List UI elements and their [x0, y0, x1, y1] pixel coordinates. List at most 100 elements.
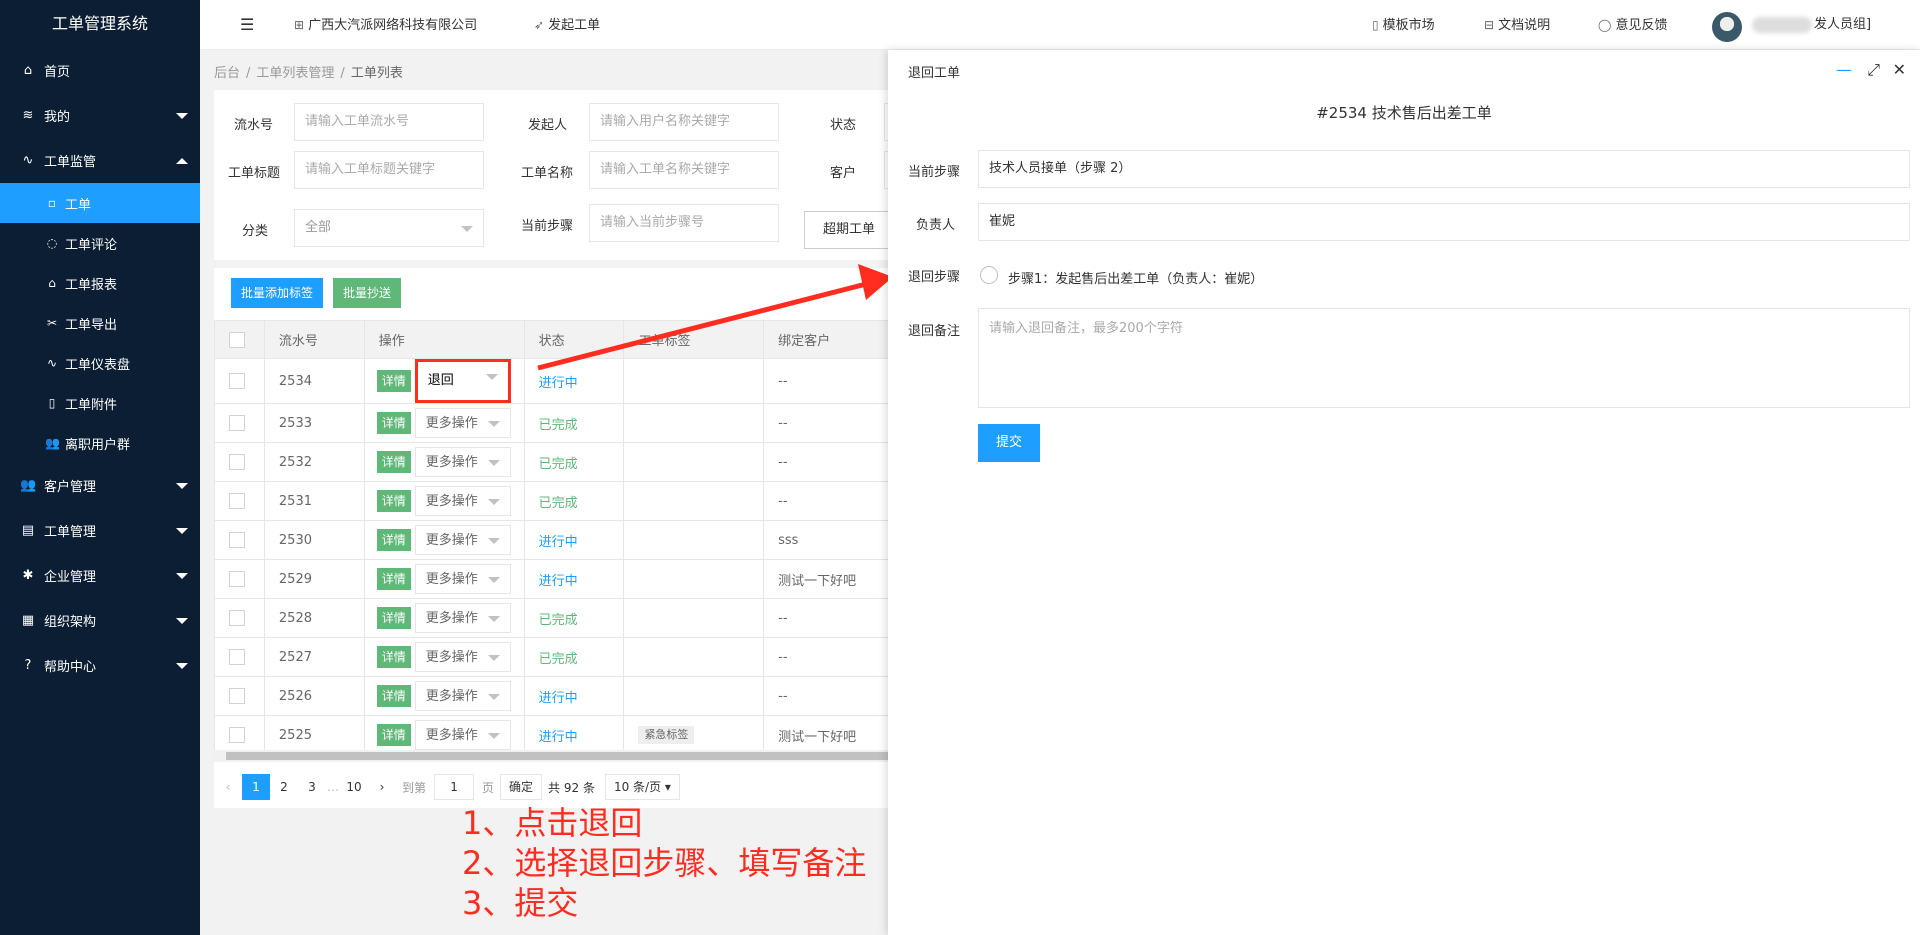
row-checkbox[interactable]: [229, 454, 245, 470]
goto-confirm-button[interactable]: 确定: [500, 774, 543, 800]
menu-toggle-icon[interactable]: ☰: [240, 0, 254, 50]
table-row[interactable]: 2534 详情 退回 进行中 --: [214, 358, 894, 404]
operation-select[interactable]: 更多操作: [414, 525, 511, 555]
sidebar-item-label: 客户管理: [44, 480, 97, 495]
horizontal-scrollbar[interactable]: [214, 750, 894, 762]
page-2[interactable]: 2: [270, 774, 298, 800]
row-checkbox[interactable]: [229, 649, 245, 665]
step-input[interactable]: 请输入当前步骤号: [589, 204, 779, 242]
overdue-button[interactable]: 超期工单: [804, 211, 895, 249]
sidebar-item-ticket-manage[interactable]: ▤ 工单管理: [0, 508, 200, 553]
close-icon[interactable]: ✕: [1893, 60, 1906, 79]
detail-button[interactable]: 详情: [376, 724, 411, 746]
select-all-checkbox[interactable]: [229, 331, 245, 348]
detail-button[interactable]: 详情: [376, 685, 411, 707]
operation-select[interactable]: 更多操作: [414, 681, 511, 711]
sidebar-subitem-ticket[interactable]: ▫ 工单: [0, 183, 200, 223]
table-row[interactable]: 2527 详情 更多操作 已完成 --: [214, 637, 894, 677]
table-row[interactable]: 2533 详情 更多操作 已完成 --: [214, 403, 894, 443]
operation-select[interactable]: 更多操作: [414, 486, 511, 516]
feedback-link[interactable]: ◯ 意见反馈: [1598, 0, 1667, 50]
row-checkbox[interactable]: [229, 688, 245, 704]
sidebar-item-help[interactable]: ? 帮助中心: [0, 643, 200, 688]
title-input[interactable]: 请输入工单标题关键字: [294, 151, 484, 189]
row-checkbox[interactable]: [229, 493, 245, 509]
row-checkbox[interactable]: [229, 415, 245, 431]
batch-tag-button[interactable]: 批量添加标签: [231, 278, 324, 308]
layers-icon: ≋: [22, 108, 34, 123]
sidebar-item-org[interactable]: ▦ 组织架构: [0, 598, 200, 643]
detail-button[interactable]: 详情: [376, 412, 411, 434]
row-checkbox[interactable]: [229, 532, 245, 548]
row-checkbox[interactable]: [229, 571, 245, 587]
minimize-icon[interactable]: —: [1836, 60, 1852, 79]
sidebar-subitem-report[interactable]: ⌂ 工单报表: [0, 263, 200, 303]
avatar[interactable]: [1712, 12, 1742, 42]
sidebar-subitem-resigned[interactable]: 👥 离职用户群: [0, 423, 200, 463]
operation-select[interactable]: 更多操作: [414, 564, 511, 594]
column-header[interactable]: 状态: [523, 320, 625, 359]
column-header[interactable]: 流水号: [263, 320, 365, 359]
submit-button[interactable]: 提交: [978, 424, 1041, 462]
operation-select[interactable]: 更多操作: [414, 642, 511, 672]
batch-cc-button[interactable]: 批量抄送: [333, 278, 402, 308]
docs-link[interactable]: ⊟ 文档说明: [1484, 0, 1550, 50]
new-ticket-link[interactable]: ➶ 发起工单: [534, 0, 600, 50]
operation-select[interactable]: 更多操作: [414, 447, 511, 477]
sidebar-subitem-dashboard[interactable]: ∿ 工单仪表盘: [0, 343, 200, 383]
operation-select[interactable]: 退回: [414, 359, 511, 403]
detail-button[interactable]: 详情: [376, 607, 411, 629]
initiator-input[interactable]: 请输入用户名称关键字: [589, 103, 779, 141]
next-page-icon[interactable]: ›: [368, 774, 396, 800]
return-step-radio[interactable]: [980, 266, 998, 284]
detail-button[interactable]: 详情: [376, 490, 411, 512]
goto-page-input[interactable]: 1: [434, 774, 475, 800]
detail-button[interactable]: 详情: [376, 451, 411, 473]
page-3[interactable]: 3: [298, 774, 326, 800]
template-market-link[interactable]: ▯ 模板市场: [1372, 0, 1435, 50]
page-1[interactable]: 1: [242, 774, 270, 800]
table-row[interactable]: 2531 详情 更多操作 已完成 --: [214, 481, 894, 521]
sidebar-item-enterprise[interactable]: ✱ 企业管理: [0, 553, 200, 598]
sidebar-item-mine[interactable]: ≋ 我的: [0, 93, 200, 138]
page-size-select[interactable]: 10 条/页 ▾: [604, 774, 680, 800]
table-row[interactable]: 2526 详情 更多操作 进行中 --: [214, 676, 894, 716]
remark-textarea[interactable]: 请输入退回备注，最多200个字符: [978, 308, 1910, 408]
table-row[interactable]: 2532 详情 更多操作 已完成 --: [214, 442, 894, 482]
sidebar-item-customer[interactable]: 👥 客户管理: [0, 463, 200, 508]
sidebar-item-ticket-monitor[interactable]: ∿ 工单监管: [0, 138, 200, 183]
page-10[interactable]: 10: [340, 774, 368, 800]
row-checkbox[interactable]: [229, 373, 245, 389]
table-row[interactable]: 2528 详情 更多操作 已完成 --: [214, 598, 894, 638]
name-input[interactable]: 请输入工单名称关键字: [589, 151, 779, 189]
maximize-icon[interactable]: ⤢: [1867, 60, 1880, 80]
serial-input[interactable]: 请输入工单流水号: [294, 103, 484, 141]
sidebar-subitem-attachment[interactable]: ▯ 工单附件: [0, 383, 200, 423]
detail-button[interactable]: 详情: [376, 529, 411, 551]
table-row[interactable]: 2529 详情 更多操作 进行中 测试一下好吧: [214, 559, 894, 599]
detail-button[interactable]: 详情: [376, 646, 411, 668]
table-row[interactable]: 2530 详情 更多操作 进行中 sss: [214, 520, 894, 560]
serial-cell: 2527: [263, 637, 365, 677]
sidebar-subitem-export[interactable]: ✂ 工单导出: [0, 303, 200, 343]
row-checkbox[interactable]: [229, 727, 245, 743]
breadcrumb-mid[interactable]: 工单列表管理: [256, 66, 334, 81]
sidebar-subitem-comment[interactable]: ◌ 工单评论: [0, 223, 200, 263]
sidebar-item-home[interactable]: ⌂ 首页: [0, 48, 200, 93]
company-switch[interactable]: ⊞ 广西大汽派网络科技有限公司: [294, 0, 477, 50]
table-row[interactable]: 2525 详情 更多操作 进行中 紧急标签 测试一下好吧: [214, 715, 894, 755]
scrollbar-thumb[interactable]: [226, 752, 894, 760]
return-step-option[interactable]: 步骤1：发起售后出差工单（负责人：崔妮）: [1008, 268, 1263, 287]
category-select[interactable]: 全部: [294, 209, 484, 247]
prev-page-icon[interactable]: ‹: [214, 774, 242, 800]
current-step-label: 当前步骤: [908, 165, 961, 180]
row-select-cell: [214, 442, 265, 482]
operation-select[interactable]: 更多操作: [414, 720, 511, 750]
breadcrumb-root[interactable]: 后台: [214, 66, 240, 81]
row-checkbox[interactable]: [229, 610, 245, 626]
user-group[interactable]: 发人员组]: [1814, 0, 1871, 50]
operation-select[interactable]: 更多操作: [414, 603, 511, 633]
detail-button[interactable]: 详情: [376, 568, 411, 590]
operation-select[interactable]: 更多操作: [414, 408, 511, 438]
detail-button[interactable]: 详情: [376, 370, 411, 392]
